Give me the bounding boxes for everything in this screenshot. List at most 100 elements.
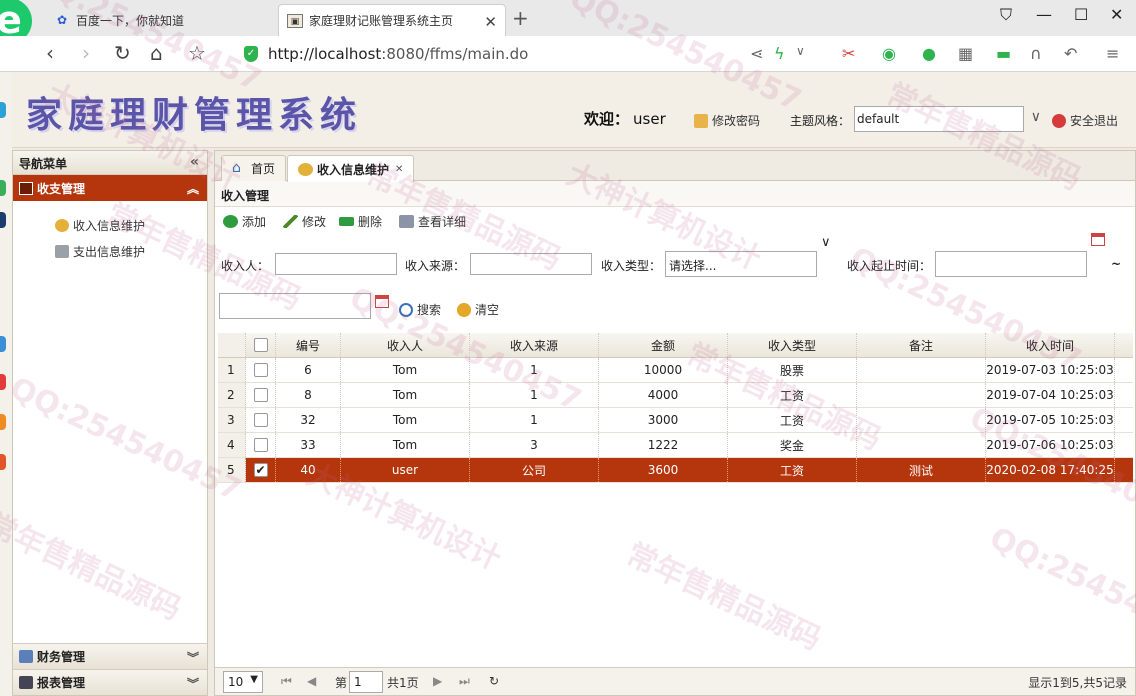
column-header[interactable]: 编号 xyxy=(276,333,341,357)
column-header[interactable]: 收入类型 xyxy=(728,333,857,357)
strip-app-icon[interactable] xyxy=(0,336,6,352)
close-tab-icon[interactable]: ✕ xyxy=(484,13,497,31)
row-checkbox[interactable] xyxy=(253,363,268,377)
lightning-icon[interactable]: ϟ xyxy=(774,44,785,63)
browser-tabbar: e ✿ 百度一下，你就知道 ▣ 家庭理财记账管理系统主页 ✕ + ⛉ — ☐ ✕ xyxy=(0,0,1136,44)
apps-grid-icon[interactable]: ▦ xyxy=(958,44,973,63)
page-number-input[interactable]: 1 xyxy=(349,671,383,693)
income-person-input[interactable] xyxy=(275,253,397,275)
strip-app-icon[interactable] xyxy=(0,454,6,470)
accordion-finance[interactable]: 财务管理 ︾ xyxy=(13,643,207,669)
row-check-cell[interactable] xyxy=(246,408,276,432)
clear-button[interactable]: 清空 xyxy=(457,301,499,318)
row-check-cell[interactable] xyxy=(246,433,276,457)
strip-app-icon[interactable] xyxy=(0,102,6,118)
bookmark-star-icon[interactable]: ☆ xyxy=(188,41,206,65)
table-row[interactable]: 3 32 Tom 1 3000 工资 2019-07-05 10:25:03 xyxy=(218,408,1133,433)
row-check-cell[interactable]: ✔ xyxy=(246,458,276,482)
row-checkbox[interactable] xyxy=(253,413,268,427)
next-page-icon[interactable]: ▶ xyxy=(433,674,442,688)
calendar-icon[interactable] xyxy=(375,295,389,308)
income-type-select[interactable]: 请选择... xyxy=(665,251,817,277)
column-header[interactable]: 金额 xyxy=(599,333,728,357)
view-detail-label: 查看详细 xyxy=(418,215,467,229)
search-button[interactable]: 搜索 xyxy=(399,301,441,318)
new-tab-icon[interactable]: + xyxy=(512,6,529,30)
strip-app-icon[interactable] xyxy=(0,374,6,390)
change-password-link[interactable]: 修改密码 xyxy=(694,112,760,129)
column-header[interactable]: 收入时间 xyxy=(986,333,1115,357)
add-button[interactable]: 添加 xyxy=(223,213,266,230)
end-time-input[interactable] xyxy=(219,293,371,319)
refresh-icon[interactable]: ↻ xyxy=(489,674,499,688)
row-check-cell[interactable] xyxy=(246,358,276,382)
chevron-down-icon[interactable]: ︾ xyxy=(187,675,199,692)
minimize-icon[interactable]: — xyxy=(1036,5,1052,24)
tab-home[interactable]: ⌂ 首页 xyxy=(221,155,287,181)
close-tab-icon[interactable]: ✕ xyxy=(395,164,403,175)
chevron-down-icon[interactable]: ︾ xyxy=(187,649,199,666)
accordion-income-expense[interactable]: 收支管理 ︽ xyxy=(13,175,207,201)
strip-app-icon[interactable] xyxy=(0,212,6,228)
chevron-down-icon[interactable]: ∨ xyxy=(821,235,831,250)
row-checkbox[interactable] xyxy=(253,438,268,452)
page-size-select[interactable]: 10 ▼ xyxy=(223,671,263,693)
window-close-icon[interactable]: ✕ xyxy=(1110,5,1123,24)
tab-income-maintenance[interactable]: 收入信息维护 ✕ xyxy=(287,155,415,182)
table-row[interactable]: 4 33 Tom 3 1222 奖金 2019-07-06 10:25:03 xyxy=(218,433,1133,458)
column-header[interactable]: 收入来源 xyxy=(470,333,599,357)
select-all-cell[interactable] xyxy=(246,333,276,357)
table-row[interactable]: 5 ✔ 40 user 公司 3600 工资 测试 2020-02-08 17:40:25 xyxy=(218,458,1133,483)
strip-app-icon[interactable] xyxy=(0,180,6,196)
calendar-icon[interactable] xyxy=(1091,233,1105,246)
column-header[interactable]: 收入人 xyxy=(341,333,470,357)
sidebar-item-income[interactable]: 收入信息维护 xyxy=(55,217,145,234)
logout-link[interactable]: 安全退出 xyxy=(1052,112,1118,129)
battery-icon[interactable]: ▬ xyxy=(996,44,1011,63)
power-icon xyxy=(1052,113,1066,128)
share-icon[interactable]: ⋖ xyxy=(750,44,763,63)
prev-page-icon[interactable]: ◀ xyxy=(307,674,316,688)
maximize-icon[interactable]: ☐ xyxy=(1074,5,1088,24)
collapse-left-icon[interactable]: « xyxy=(190,154,199,170)
cell-type: 股票 xyxy=(728,358,857,382)
address-bar[interactable]: ✓ http://localhost :8080/ffms/main.do xyxy=(244,42,724,66)
chevron-down-icon[interactable]: ∨ xyxy=(1031,109,1041,125)
first-page-icon[interactable]: ⏮ xyxy=(281,674,292,689)
menu-icon[interactable]: ≡ xyxy=(1106,44,1119,63)
home-icon[interactable]: ⌂ xyxy=(150,41,163,65)
view-detail-button[interactable]: 查看详细 xyxy=(399,213,466,230)
headphones-icon[interactable]: ∩ xyxy=(1030,44,1042,63)
wechat-icon[interactable]: ● xyxy=(922,44,936,63)
back-icon[interactable]: ‹ xyxy=(46,41,54,65)
scissors-icon[interactable]: ✂ xyxy=(842,44,855,63)
select-all-checkbox[interactable] xyxy=(253,338,268,352)
chevron-down-icon[interactable]: ∨ xyxy=(796,44,805,58)
last-page-icon[interactable]: ⏭ xyxy=(459,674,470,689)
chevron-up-icon[interactable]: ︽ xyxy=(187,180,199,197)
table-row[interactable]: 1 6 Tom 1 10000 股票 2019-07-03 10:25:03 xyxy=(218,358,1133,383)
theme-select[interactable]: default ∨ xyxy=(854,106,1041,132)
security-icon[interactable]: ◉ xyxy=(882,44,896,63)
sidebar-item-expense[interactable]: 支出信息维护 xyxy=(55,243,145,260)
username: user xyxy=(633,110,666,128)
shirt-icon[interactable]: ⛉ xyxy=(1000,5,1012,25)
browser-tab-baidu[interactable]: ✿ 百度一下，你就知道 xyxy=(46,4,278,36)
table-row[interactable]: 2 8 Tom 1 4000 工资 2019-07-04 10:25:03 xyxy=(218,383,1133,408)
delete-button[interactable]: 删除 xyxy=(339,213,382,230)
income-grid: 编号 收入人 收入来源 金额 收入类型 备注 收入时间 1 6 Tom 1 10000 股… xyxy=(218,333,1133,483)
row-checkbox[interactable] xyxy=(253,388,268,402)
strip-app-icon[interactable] xyxy=(0,414,6,430)
column-header[interactable]: 备注 xyxy=(857,333,986,357)
income-source-input[interactable] xyxy=(470,253,592,275)
undo-icon[interactable]: ↶ xyxy=(1064,44,1077,63)
accordion-reports[interactable]: 报表管理 ︾ xyxy=(13,669,207,695)
row-checkbox[interactable]: ✔ xyxy=(253,463,268,477)
browser-tab-app[interactable]: ▣ 家庭理财记账管理系统主页 ✕ xyxy=(278,4,506,36)
key-icon xyxy=(694,113,708,128)
edit-button[interactable]: 修改 xyxy=(283,213,326,230)
row-check-cell[interactable] xyxy=(246,383,276,407)
forward-icon[interactable]: › xyxy=(82,41,90,65)
start-time-input[interactable] xyxy=(935,251,1087,277)
reload-icon[interactable]: ↻ xyxy=(114,41,131,65)
